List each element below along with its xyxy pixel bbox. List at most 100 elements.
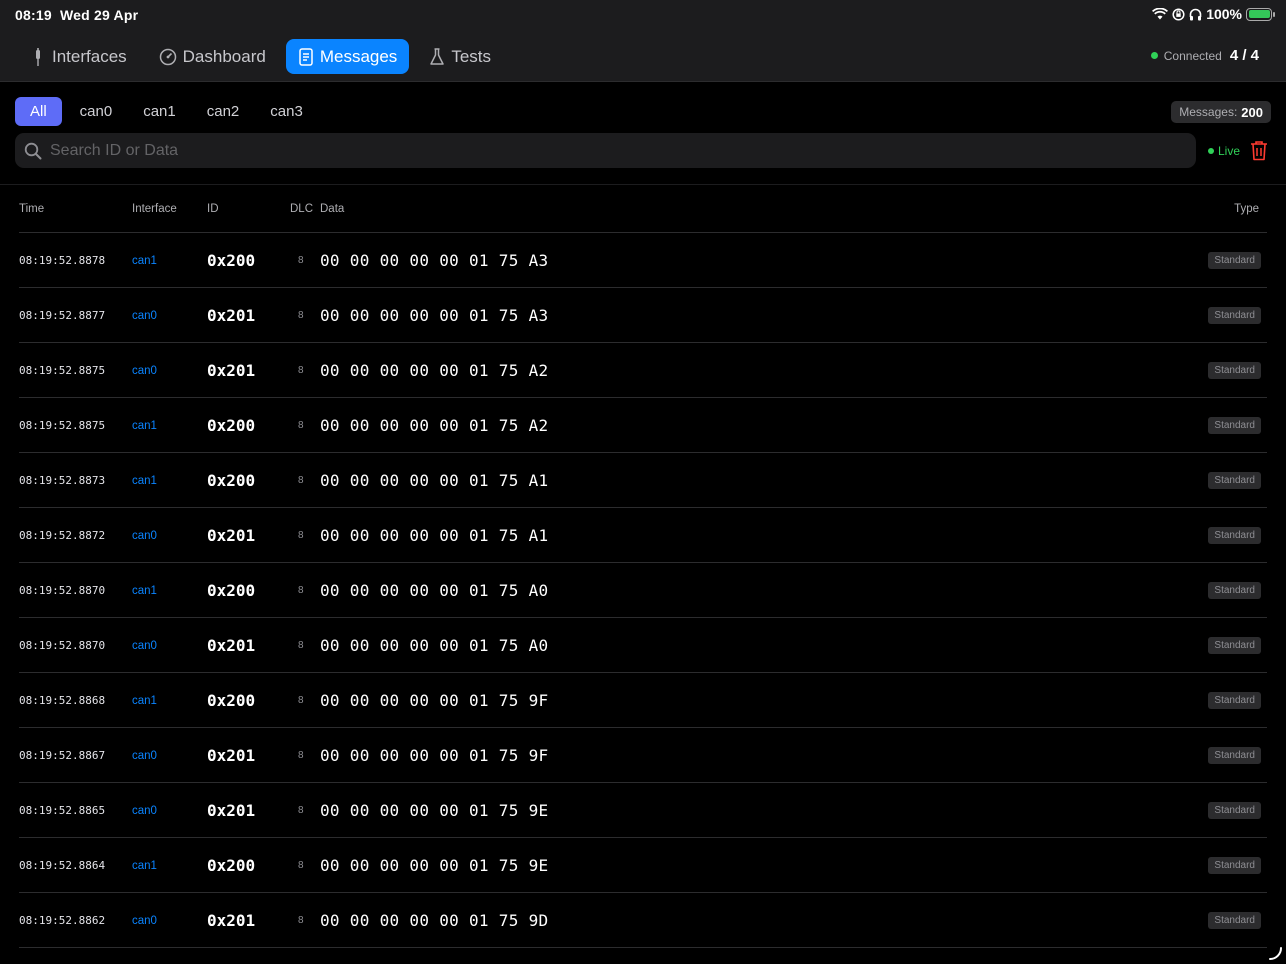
cell-type: Standard [1208, 288, 1261, 343]
tab-interfaces[interactable]: Interfaces [18, 39, 139, 74]
cell-time: 08:19:52.8873 [19, 474, 106, 487]
orientation-lock-icon [1172, 7, 1185, 21]
filter-all[interactable]: All [15, 97, 62, 126]
type-badge: Standard [1208, 307, 1261, 324]
live-dot-icon [1208, 148, 1214, 154]
battery-icon [1246, 7, 1275, 21]
filter-can1[interactable]: can1 [130, 97, 189, 126]
cell-type: Standard [1208, 563, 1261, 618]
cell-time: 08:19:52.8875 [19, 419, 106, 432]
cell-data: 00 00 00 00 00 01 75 9F [320, 746, 549, 765]
cell-data: 00 00 00 00 00 01 75 A2 [320, 416, 549, 435]
cell-dlc: 8 [298, 640, 304, 651]
interface-filter: All can0 can1 can2 can3 [15, 97, 316, 126]
cell-dlc: 8 [298, 750, 304, 761]
cell-time: 08:19:52.8877 [19, 309, 106, 322]
table-row[interactable]: 08:19:52.8870 can1 0x200 8 00 00 00 00 00 01… [19, 563, 1267, 618]
status-indicators: 100% [1152, 6, 1275, 22]
connection-label: Connected [1163, 48, 1222, 63]
type-badge: Standard [1208, 472, 1261, 489]
cell-dlc: 8 [298, 530, 304, 541]
cell-id: 0x200 [207, 471, 256, 490]
wifi-icon [1152, 8, 1169, 20]
tab-dashboard[interactable]: Dashboard [147, 39, 278, 74]
header-time: Time [19, 203, 45, 215]
cell-id: 0x201 [207, 746, 256, 765]
cell-id: 0x200 [207, 416, 256, 435]
cell-time: 08:19:52.8875 [19, 364, 106, 377]
tab-label: Dashboard [182, 46, 266, 66]
messages-table: Time Interface ID DLC Data Type 08:19:52… [19, 185, 1267, 948]
cell-interface: can1 [132, 584, 157, 597]
cell-dlc: 8 [298, 695, 304, 706]
cell-interface: can0 [132, 914, 157, 927]
cell-dlc: 8 [298, 860, 304, 871]
filter-can0[interactable]: can0 [67, 97, 126, 126]
table-row[interactable]: 08:19:52.8875 can1 0x200 8 00 00 00 00 00 01… [19, 398, 1267, 453]
cell-dlc: 8 [298, 420, 304, 431]
clear-messages-button[interactable] [1250, 140, 1268, 166]
table-row[interactable]: 08:19:52.8872 can0 0x201 8 00 00 00 00 00 01… [19, 508, 1267, 563]
table-header: Time Interface ID DLC Data Type [19, 185, 1267, 233]
table-row[interactable]: 08:19:52.8862 can0 0x201 8 00 00 00 00 00 01… [19, 893, 1267, 948]
type-badge: Standard [1208, 417, 1261, 434]
tab-label: Messages [319, 46, 398, 66]
cell-time: 08:19:52.8867 [19, 749, 106, 762]
cell-type: Standard [1208, 453, 1261, 508]
search-input[interactable] [50, 141, 1150, 160]
table-row[interactable]: 08:19:52.8870 can0 0x201 8 00 00 00 00 00 01… [19, 618, 1267, 673]
type-badge: Standard [1208, 252, 1261, 269]
cell-time: 08:19:52.8872 [19, 529, 106, 542]
plug-icon [36, 47, 40, 66]
cell-dlc: 8 [298, 255, 304, 266]
table-row[interactable]: 08:19:52.8868 can1 0x200 8 00 00 00 00 00 01… [19, 673, 1267, 728]
cell-type: Standard [1208, 783, 1261, 838]
tab-messages[interactable]: Messages [285, 39, 410, 74]
cell-data: 00 00 00 00 00 01 75 A3 [320, 251, 549, 270]
live-toggle[interactable]: Live [1208, 144, 1240, 158]
filter-can2[interactable]: can2 [194, 97, 253, 126]
table-row[interactable]: 08:19:52.8864 can1 0x200 8 00 00 00 00 00 01… [19, 838, 1267, 893]
cell-data: 00 00 00 00 00 01 75 9E [320, 856, 549, 875]
flask-icon [430, 47, 445, 65]
live-label: Live [1218, 144, 1241, 158]
table-row[interactable]: 08:19:52.8865 can0 0x201 8 00 00 00 00 00 01… [19, 783, 1267, 838]
cell-time: 08:19:52.8878 [19, 254, 106, 267]
cell-dlc: 8 [298, 915, 304, 926]
status-date: Wed 29 Apr [60, 7, 139, 23]
cell-type: Standard [1208, 838, 1261, 893]
cell-interface: can1 [132, 859, 157, 872]
header-type: Type [1234, 203, 1259, 215]
cell-id: 0x200 [207, 856, 256, 875]
table-row[interactable]: 08:19:52.8878 can1 0x200 8 00 00 00 00 00 01… [19, 233, 1267, 288]
cell-id: 0x201 [207, 636, 256, 655]
connection-dot-icon [1150, 52, 1158, 59]
cell-type: Standard [1208, 343, 1261, 398]
cell-type: Standard [1208, 728, 1261, 783]
cell-id: 0x201 [207, 361, 256, 380]
cell-type: Standard [1208, 233, 1261, 288]
main-tabs: Interfaces Dashboard Messages Tests [18, 39, 503, 74]
filter-can3[interactable]: can3 [257, 97, 316, 126]
table-row[interactable]: 08:19:52.8877 can0 0x201 8 00 00 00 00 00 01… [19, 288, 1267, 343]
cell-dlc: 8 [298, 585, 304, 596]
table-row[interactable]: 08:19:52.8875 can0 0x201 8 00 00 00 00 00 01… [19, 343, 1267, 398]
cell-id: 0x200 [207, 251, 256, 270]
cell-id: 0x201 [207, 911, 256, 930]
cell-id: 0x201 [207, 526, 256, 545]
cell-interface: can1 [132, 694, 157, 707]
cell-interface: can0 [132, 749, 157, 762]
cell-interface: can0 [132, 639, 157, 652]
resize-handle-icon[interactable] [1268, 946, 1282, 960]
type-badge: Standard [1208, 362, 1261, 379]
table-row[interactable]: 08:19:52.8867 can0 0x201 8 00 00 00 00 00 01… [19, 728, 1267, 783]
type-badge: Standard [1208, 747, 1261, 764]
tab-tests[interactable]: Tests [417, 39, 503, 74]
cell-time: 08:19:52.8870 [19, 584, 106, 597]
table-row[interactable]: 08:19:52.8873 can1 0x200 8 00 00 00 00 00 01… [19, 453, 1267, 508]
cell-interface: can0 [132, 529, 157, 542]
cell-id: 0x201 [207, 306, 256, 325]
search-bar [15, 133, 1196, 168]
cell-interface: can0 [132, 309, 157, 322]
cell-type: Standard [1208, 673, 1261, 728]
